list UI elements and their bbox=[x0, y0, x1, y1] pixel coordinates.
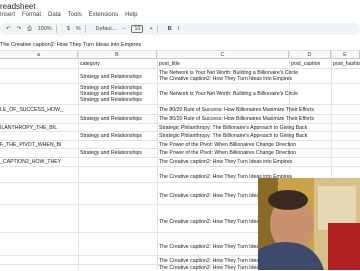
cell-post-title[interactable]: The Creative caption2: How They Turn Ide… bbox=[159, 265, 259, 271]
menu-extensions[interactable]: Extensions bbox=[89, 12, 118, 21]
cell-post-title[interactable]: The 80/20 Rule of Success: How Billionai… bbox=[159, 116, 314, 122]
decrease-font-icon[interactable]: − bbox=[122, 26, 125, 32]
row-divider bbox=[0, 83, 360, 84]
undo-icon[interactable]: ↶ bbox=[6, 26, 11, 32]
redo-icon[interactable]: ↷ bbox=[17, 26, 22, 32]
bold-button[interactable]: B bbox=[168, 26, 172, 32]
webcam-overlay bbox=[258, 178, 360, 270]
column-header-d[interactable]: D bbox=[289, 51, 331, 59]
cell-category[interactable]: Strategy and Relationships bbox=[80, 133, 142, 139]
row-divider bbox=[0, 157, 360, 158]
currency-icon[interactable]: $ bbox=[67, 26, 70, 32]
cell-category[interactable]: Strategy and Relationships bbox=[80, 74, 142, 80]
menu-bar: Insert Format Data Tools Extensions Help bbox=[0, 12, 137, 21]
row-divider bbox=[0, 131, 360, 132]
cell-category[interactable]: Strategy and Relationships bbox=[80, 97, 142, 103]
toolbar-divider bbox=[55, 25, 57, 33]
toolbar-divider bbox=[84, 25, 86, 33]
menu-data[interactable]: Data bbox=[48, 12, 61, 21]
formula-bar[interactable]: The Creative caption2: How They Turn Ide… bbox=[0, 41, 360, 51]
cell-category[interactable]: Strategy and Relationships bbox=[80, 150, 142, 156]
italic-button[interactable]: I bbox=[178, 26, 180, 32]
menu-tools[interactable]: Tools bbox=[68, 12, 82, 21]
row-divider bbox=[0, 114, 360, 115]
font-size-input[interactable]: 10 bbox=[131, 25, 144, 33]
cell-category[interactable]: Strategy and Relationships bbox=[80, 116, 142, 122]
cell-post-title[interactable]: The Creative caption2: How They Turn Ide… bbox=[159, 76, 292, 82]
webcam-video bbox=[258, 178, 360, 270]
cell-post-title[interactable]: The Network is Your Net Worth: Building … bbox=[159, 91, 298, 97]
cell-post-title[interactable]: The Power of the Pivot: When Billionaire… bbox=[159, 150, 296, 156]
cell-post-title[interactable]: The Creative caption2: How They Turn Ide… bbox=[159, 159, 292, 165]
row-divider bbox=[0, 68, 360, 69]
cell-a[interactable]: LE_OF_SUCCESS_HOW_ bbox=[0, 107, 63, 113]
row-divider bbox=[0, 123, 360, 124]
zoom-select[interactable]: 100% bbox=[38, 26, 52, 32]
header-post-caption[interactable]: post_caption bbox=[291, 61, 320, 67]
cell-a[interactable]: _CAPTION2_HOW_THEY bbox=[0, 159, 61, 165]
cell-post-title[interactable]: The Creative caption2: How They Turn Ide… bbox=[159, 219, 259, 225]
toolbar-divider bbox=[156, 25, 158, 33]
cell-post-title[interactable]: The Creative caption2: How They Turn Ide… bbox=[159, 244, 259, 250]
column-header-a[interactable]: a bbox=[0, 51, 78, 59]
percent-icon[interactable]: % bbox=[76, 26, 81, 32]
header-post-hashtag[interactable]: post_hashtag bbox=[333, 61, 360, 67]
header-category[interactable]: category bbox=[80, 61, 100, 67]
doc-title[interactable]: readsheet bbox=[0, 2, 36, 11]
column-header-e[interactable]: E bbox=[331, 51, 360, 59]
menu-format[interactable]: Format bbox=[22, 12, 41, 21]
column-header-c[interactable]: C bbox=[157, 51, 289, 59]
row-divider bbox=[0, 148, 360, 149]
menu-insert[interactable]: Insert bbox=[0, 12, 15, 21]
increase-font-icon[interactable]: + bbox=[149, 26, 152, 32]
cell-post-title[interactable]: The 80/20 Rule of Success: How Billionai… bbox=[159, 107, 314, 113]
column-header-b[interactable]: B bbox=[78, 51, 157, 59]
cell-post-title[interactable]: Strategic Philanthropy: The Billionaire'… bbox=[159, 133, 307, 139]
row-divider bbox=[0, 104, 360, 105]
toolbar: ↶ ↷ ⎙ 100% $ % Defaul... − 10 + B I bbox=[0, 23, 360, 35]
row-divider bbox=[0, 166, 360, 167]
menu-help[interactable]: Help bbox=[125, 12, 137, 21]
cell-post-title[interactable]: The Creative caption2: How They Turn Ide… bbox=[159, 193, 259, 199]
row-divider bbox=[0, 140, 360, 141]
formula-value: The Creative caption2: How They Turn Ide… bbox=[0, 42, 142, 48]
header-post-title[interactable]: post_title bbox=[159, 61, 180, 67]
print-icon[interactable]: ⎙ bbox=[27, 26, 31, 33]
font-select[interactable]: Defaul... bbox=[96, 26, 116, 32]
